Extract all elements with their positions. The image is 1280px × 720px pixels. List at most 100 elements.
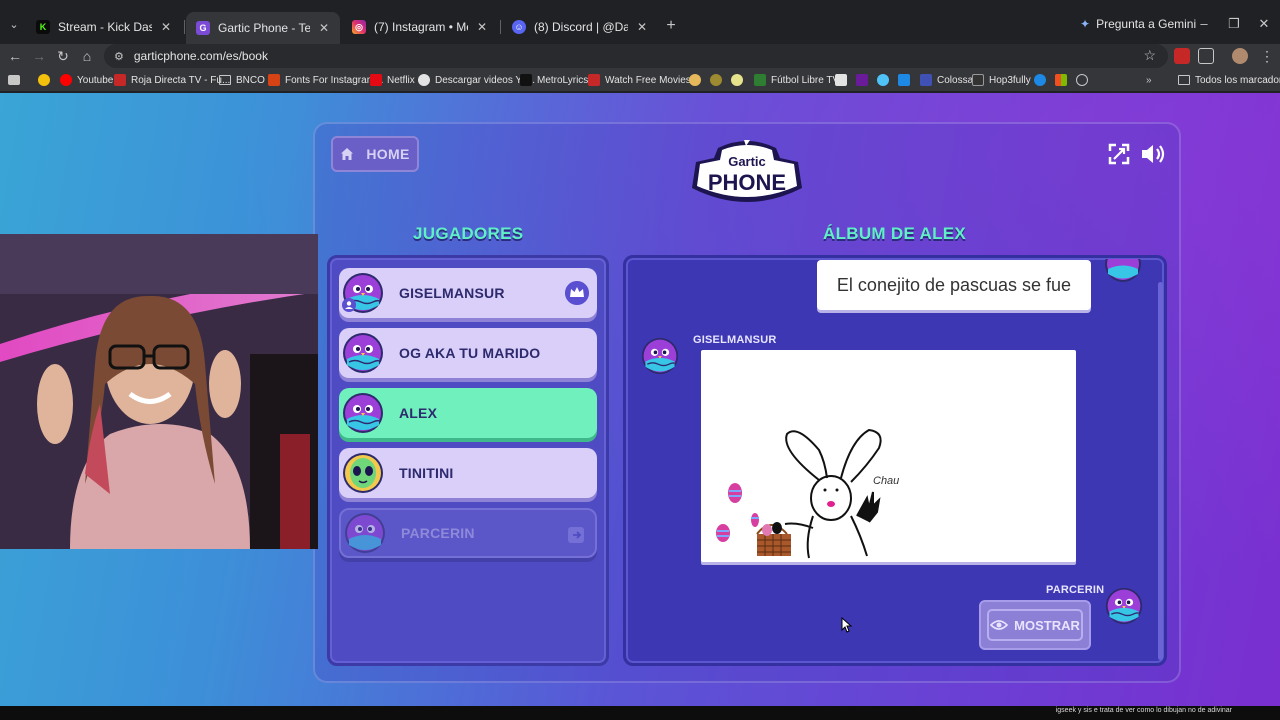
address-bar[interactable]: ⚙ garticphone.com/es/book ☆ bbox=[104, 44, 1168, 68]
player-name: GISELMANSUR bbox=[399, 285, 505, 301]
bookmark-futbol[interactable]: Fútbol Libre TV bbox=[754, 72, 839, 88]
bookmark-favicon bbox=[689, 74, 701, 86]
discord-icon: ☺ bbox=[512, 20, 526, 34]
home-label: HOME bbox=[366, 146, 410, 162]
fullscreen-icon[interactable] bbox=[1108, 143, 1130, 165]
bookmark-colossal[interactable]: Colossal bbox=[920, 72, 975, 88]
crown-icon bbox=[565, 281, 589, 305]
bookmark-favicon bbox=[731, 74, 743, 86]
gemini-button[interactable]: ✦ Pregunta a Gemini bbox=[1080, 17, 1196, 31]
gemini-label: Pregunta a Gemini bbox=[1096, 17, 1197, 31]
bookmark-favicon bbox=[877, 74, 889, 86]
bookmark-icon-10[interactable] bbox=[1076, 72, 1093, 88]
bookmark-icon-3[interactable] bbox=[731, 72, 748, 88]
bookmark-icon-1[interactable] bbox=[689, 72, 706, 88]
volume-icon[interactable] bbox=[1140, 143, 1166, 165]
bookmark-icon-2[interactable] bbox=[710, 72, 727, 88]
player-card-parcerin[interactable]: PARCERIN bbox=[339, 508, 597, 558]
purple-bird-avatar bbox=[343, 393, 383, 433]
stream-ticker: igseek y sis e trata de ver como lo dibu… bbox=[0, 706, 1280, 720]
folder-icon bbox=[1178, 75, 1190, 85]
microsoft-icon bbox=[1055, 74, 1067, 86]
tab-title: Stream - Kick Dashboard bbox=[58, 20, 152, 34]
profile-avatar[interactable] bbox=[1232, 48, 1248, 64]
home-button[interactable]: HOME bbox=[331, 136, 419, 172]
colossal-icon bbox=[920, 74, 932, 86]
purple-bird-avatar bbox=[641, 337, 679, 375]
player-name: PARCERIN bbox=[401, 525, 475, 541]
bookmark-icon-5[interactable] bbox=[856, 72, 873, 88]
exit-icon bbox=[568, 527, 584, 543]
players-title: JUGADORES bbox=[413, 224, 524, 243]
bookmark-movies[interactable]: Watch Free Movies... bbox=[588, 72, 699, 88]
phrase-bubble: El conejito de pascuas se fue bbox=[817, 260, 1091, 310]
bookmark-bnco[interactable]: BNCO bbox=[219, 72, 265, 88]
bookmark-emoji[interactable] bbox=[38, 72, 55, 88]
close-icon[interactable]: ✕ bbox=[634, 20, 650, 34]
close-icon[interactable]: ✕ bbox=[474, 20, 490, 34]
tab-kick[interactable]: K Stream - Kick Dashboard ✕ bbox=[26, 15, 182, 39]
bookmark-descargar[interactable]: Descargar videos Yo... bbox=[418, 72, 535, 88]
reload-icon[interactable]: ↻ bbox=[54, 47, 72, 65]
bookmark-roja[interactable]: Roja Directa TV - Fu... bbox=[114, 72, 230, 88]
bookmark-icon-9[interactable] bbox=[1055, 72, 1072, 88]
album-title: ÁLBUM DE ALEX bbox=[823, 224, 967, 243]
bookmark-youtube[interactable]: Youtube bbox=[60, 72, 113, 88]
bookmark-icon-6[interactable] bbox=[877, 72, 894, 88]
logo-gartic-text: Gartic bbox=[728, 154, 766, 169]
close-icon[interactable]: ✕ bbox=[316, 21, 332, 35]
webcam-overlay bbox=[0, 234, 318, 549]
player-name: TINITINI bbox=[399, 465, 454, 481]
all-bookmarks-folder[interactable]: Todos los marcadores bbox=[1178, 72, 1280, 88]
window-close-icon[interactable]: ✕ bbox=[1254, 16, 1274, 32]
player-name: ALEX bbox=[399, 405, 438, 421]
globe-icon bbox=[1076, 74, 1088, 86]
player-card-tinitini[interactable]: TINITINI bbox=[339, 448, 597, 498]
eye-icon bbox=[990, 620, 1009, 630]
menu-kebab-icon[interactable]: ⋮ bbox=[1258, 47, 1276, 65]
bookmark-icon-7[interactable] bbox=[898, 72, 915, 88]
new-tab-icon[interactable]: + bbox=[662, 17, 680, 35]
green-alien-avatar bbox=[343, 453, 383, 493]
bookmark-hop3fully[interactable]: Hop3fully bbox=[972, 72, 1031, 88]
bookmark-icon-4[interactable] bbox=[835, 72, 852, 88]
bookmark-metrolyrics[interactable]: MetroLyrics bbox=[520, 72, 588, 88]
tab-title: Gartic Phone - Teléfono Descon bbox=[218, 21, 310, 35]
bookmark-favicon bbox=[835, 74, 847, 86]
tab-instagram[interactable]: ◎ (7) Instagram • Mensajes ✕ bbox=[342, 15, 498, 39]
url-text: garticphone.com/es/book bbox=[133, 49, 268, 63]
streamer-webcam-image bbox=[0, 234, 318, 549]
forward-icon[interactable]: → bbox=[30, 47, 48, 65]
restore-icon[interactable]: ❐ bbox=[1224, 16, 1244, 32]
tab-search-icon[interactable]: ⌄ bbox=[6, 17, 22, 33]
extensions-puzzle-icon[interactable] bbox=[1198, 48, 1214, 64]
extension-icon[interactable] bbox=[1174, 48, 1190, 64]
album-scrollbar[interactable] bbox=[1158, 282, 1163, 660]
gemini-sparkle-icon: ✦ bbox=[1080, 17, 1091, 31]
player-card-alex[interactable]: ALEX bbox=[339, 388, 597, 438]
more-bookmarks-icon[interactable]: » bbox=[1146, 72, 1152, 88]
bookmark-fonts[interactable]: Fonts For Instagram... bbox=[268, 72, 383, 88]
home-icon[interactable]: ⌂ bbox=[78, 47, 96, 65]
show-button[interactable]: MOSTRAR bbox=[979, 600, 1091, 650]
close-icon[interactable]: ✕ bbox=[158, 20, 174, 34]
tab-separator bbox=[184, 20, 185, 34]
player-card-giselmansur[interactable]: GISELMANSUR bbox=[339, 268, 597, 318]
site-info-icon[interactable]: ⚙ bbox=[114, 50, 124, 63]
tab-separator bbox=[500, 20, 501, 34]
bookmark-icon-8[interactable] bbox=[1034, 72, 1051, 88]
tab-discord[interactable]: ☺ (8) Discord | @Daiii ✕ bbox=[502, 15, 658, 39]
bookmark-netflix[interactable]: Netflix bbox=[370, 72, 415, 88]
tab-gartic[interactable]: G Gartic Phone - Teléfono Descon ✕ bbox=[186, 12, 340, 44]
minimize-icon[interactable]: – bbox=[1194, 16, 1214, 31]
tab-title: (8) Discord | @Daiii bbox=[534, 20, 628, 34]
bookmark-favicon bbox=[710, 74, 722, 86]
logo-phone-text: PHONE bbox=[708, 170, 786, 195]
player-card-og-aka-tu-marido[interactable]: OG AKA TU MARIDO bbox=[339, 328, 597, 378]
back-icon[interactable]: ← bbox=[6, 47, 24, 65]
apps-grid-icon[interactable] bbox=[8, 72, 25, 88]
download-icon bbox=[418, 74, 430, 86]
bookmarks-bar: Youtube Roja Directa TV - Fu... BNCO Fon… bbox=[0, 68, 1280, 92]
gartic-icon: G bbox=[196, 21, 210, 35]
bookmark-star-icon[interactable]: ☆ bbox=[1143, 47, 1156, 64]
